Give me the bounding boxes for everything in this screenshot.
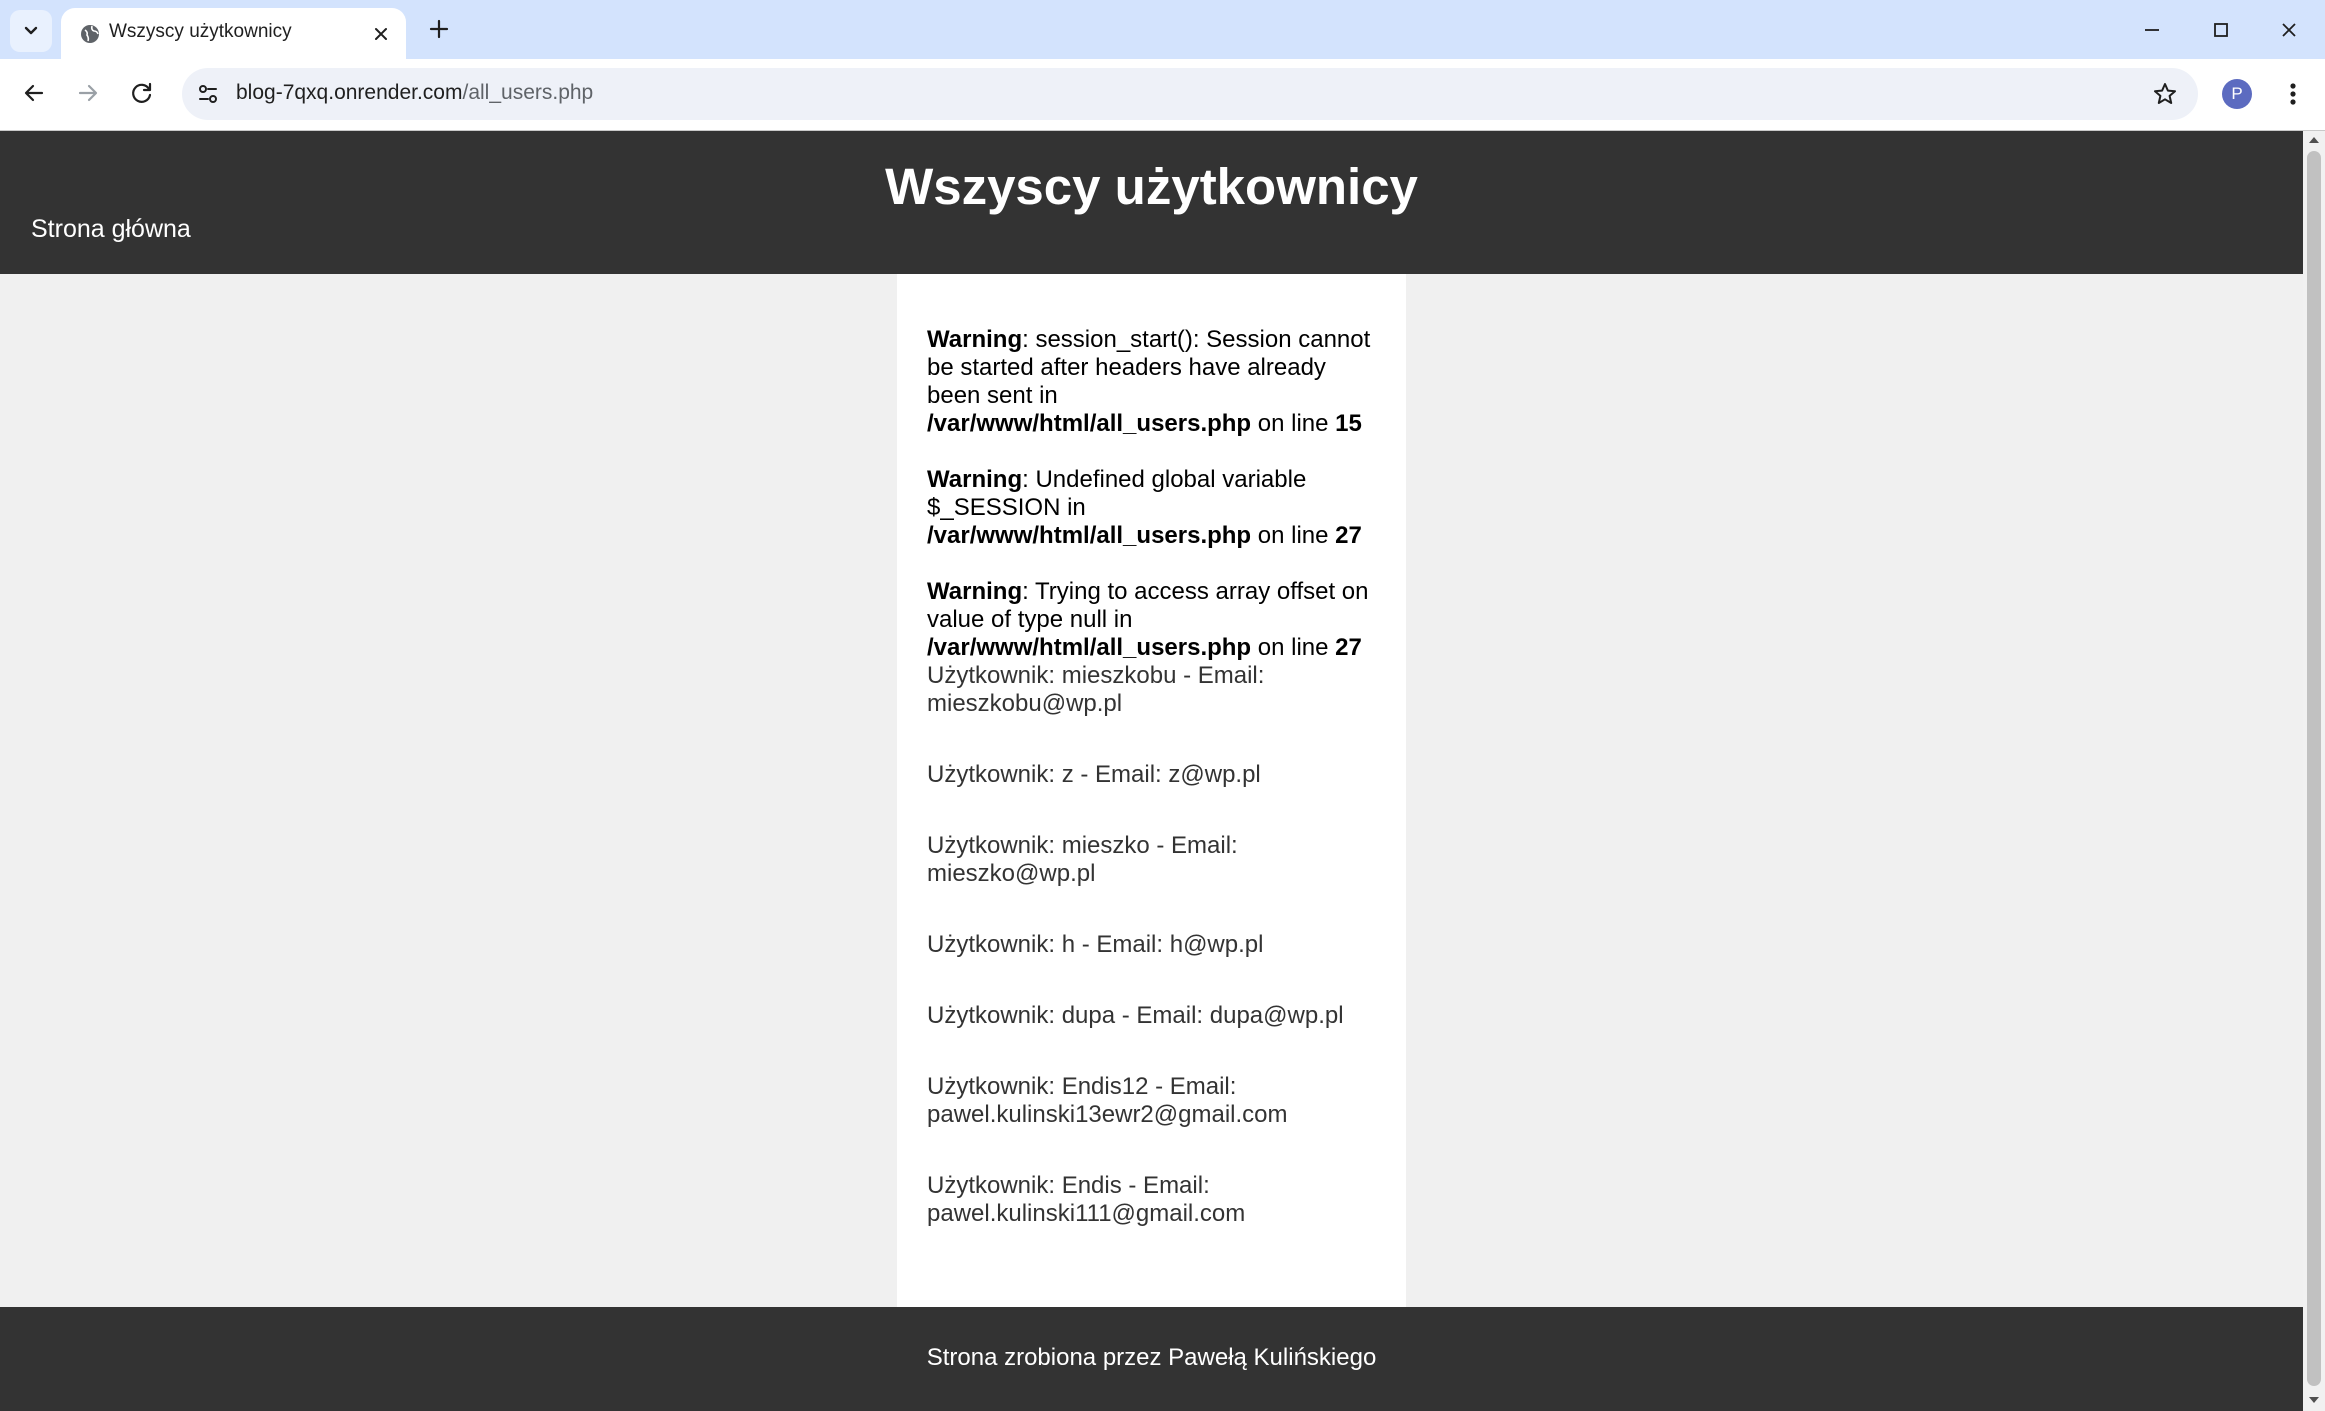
warning-file: /var/www/html/all_users.php: [927, 522, 1252, 549]
warning-label: Warning: [927, 466, 1023, 493]
bookmark-star-icon[interactable]: [2150, 79, 2180, 109]
php-warning: Warning: Trying to access array offset o…: [927, 578, 1382, 662]
warning-file: /var/www/html/all_users.php: [927, 410, 1252, 437]
url-text: blog-7qxq.onrender.com/all_users.php: [236, 81, 593, 105]
globe-icon: [81, 25, 99, 43]
site-settings-icon[interactable]: [192, 78, 224, 110]
maximize-icon[interactable]: [2205, 14, 2237, 46]
php-warning: Warning: Undefined global variable $_SES…: [927, 466, 1382, 550]
profile-initial: P: [2231, 84, 2243, 103]
reload-icon[interactable]: [125, 76, 159, 110]
tab-strip: Wszyscy użytkownicy: [0, 0, 2325, 60]
warning-file: /var/www/html/all_users.php: [927, 634, 1252, 661]
warning-label: Warning: [927, 578, 1023, 605]
user-list-item: Użytkownik: mieszkobu - Email: mieszkobu…: [927, 662, 1265, 717]
warning-line-number: 15: [1335, 410, 1362, 437]
site-header: Wszyscy użytkownicy Strona główna: [0, 131, 2303, 274]
chevron-down-icon: [24, 26, 38, 35]
footer-text: Strona zrobiona przez Pawełą Kulińskiego: [926, 1344, 1377, 1371]
home-link[interactable]: Strona główna: [31, 215, 191, 244]
tab-search-button[interactable]: [10, 10, 52, 52]
url-host: blog-7qxq.onrender.com: [236, 81, 463, 104]
user-list-item: Użytkownik: Endis - Email: pawel.kulinsk…: [927, 1172, 1246, 1227]
scroll-up-arrow-icon[interactable]: [2308, 135, 2320, 145]
browser-tab-active[interactable]: Wszyscy użytkownicy: [61, 8, 406, 60]
close-icon[interactable]: [368, 21, 394, 47]
card-content: Warning: session_start(): Session cannot…: [927, 326, 1382, 1271]
scroll-down-arrow-icon[interactable]: [2308, 1395, 2320, 1405]
warning-on-line: on line: [1251, 634, 1336, 661]
warning-label: Warning: [927, 326, 1023, 353]
user-list-item: Użytkownik: dupa - Email: dupa@wp.pl: [927, 1002, 1344, 1029]
more-menu-icon[interactable]: [2278, 77, 2308, 111]
tab-title: Wszyscy użytkownicy: [109, 21, 292, 42]
warning-on-line: on line: [1251, 522, 1336, 549]
address-bar[interactable]: blog-7qxq.onrender.com/all_users.php: [182, 68, 2198, 120]
warning-on-line: on line: [1251, 410, 1336, 437]
user-list-item: Użytkownik: h - Email: h@wp.pl: [927, 931, 1264, 958]
new-tab-icon[interactable]: [424, 14, 454, 44]
site-footer: Strona zrobiona przez Pawełą Kulińskiego: [0, 1307, 2303, 1411]
user-list-item: Użytkownik: Endis12 - Email: pawel.kulin…: [927, 1073, 1288, 1128]
profile-avatar[interactable]: P: [2222, 79, 2252, 109]
forward-arrow-icon[interactable]: [71, 76, 105, 110]
warning-line-number: 27: [1335, 634, 1362, 661]
back-arrow-icon[interactable]: [17, 76, 51, 110]
browser-toolbar: blog-7qxq.onrender.com/all_users.php P: [0, 59, 2325, 131]
page-title: Wszyscy użytkownicy: [885, 158, 1418, 215]
scrollbar-thumb[interactable]: [2307, 151, 2321, 1386]
users-card: Warning: session_start(): Session cannot…: [897, 274, 1406, 1411]
minimize-icon[interactable]: [2136, 14, 2168, 46]
user-list-item: Użytkownik: mieszko - Email: mieszko@wp.…: [927, 832, 1238, 887]
url-path: /all_users.php: [462, 81, 594, 104]
window-close-icon[interactable]: [2273, 14, 2305, 46]
user-list-item: Użytkownik: z - Email: z@wp.pl: [927, 761, 1261, 788]
vertical-scrollbar[interactable]: [2303, 131, 2325, 1411]
php-warning: Warning: session_start(): Session cannot…: [927, 326, 1382, 438]
warning-line-number: 27: [1335, 522, 1362, 549]
page-viewport: Wszyscy użytkownicy Strona główna Warnin…: [0, 131, 2303, 1411]
